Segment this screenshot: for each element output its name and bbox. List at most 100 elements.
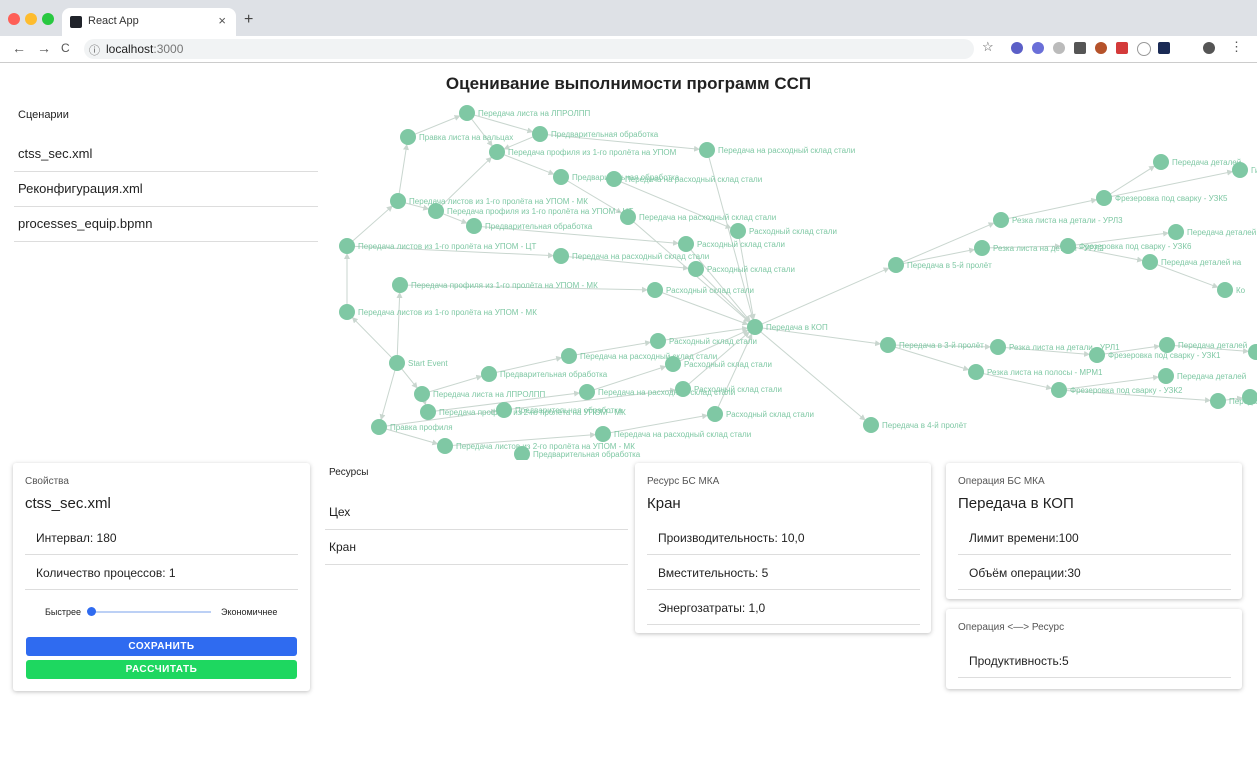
forward-button[interactable]: → [37,40,51,56]
graph-node-circle[interactable] [747,319,763,335]
graph-node-circle[interactable] [968,364,984,380]
minimize-window-button[interactable] [25,13,37,25]
extension-icon[interactable] [1011,42,1023,54]
graph-node-circle[interactable] [553,248,569,264]
graph-node-circle[interactable] [481,366,497,382]
graph-node-circle[interactable] [437,438,453,454]
graph-node-circle[interactable] [389,355,405,371]
graph-node-circle[interactable] [459,105,475,121]
graph-node-circle[interactable] [678,236,694,252]
extension-icon[interactable] [1032,42,1044,54]
graph-node-circle[interactable] [1217,282,1233,298]
new-tab-button[interactable]: + [244,11,253,29]
graph-node-circle[interactable] [1248,344,1257,360]
graph-node[interactable]: Передача на расходный склад стали [699,142,855,158]
graph-node-circle[interactable] [1060,238,1076,254]
graph-node[interactable]: Фрезеровка под сварку - УЗК2 [1051,382,1183,398]
graph-node-circle[interactable] [561,348,577,364]
scenario-item[interactable]: processes_equip.bpmn [14,207,318,242]
graph-node-circle[interactable] [993,212,1009,228]
graph-node-circle[interactable] [688,261,704,277]
graph-node-circle[interactable] [620,209,636,225]
graph-node-circle[interactable] [390,193,406,209]
speed-economy-slider[interactable] [87,607,211,616]
slider-thumb[interactable] [87,607,96,616]
graph-node-circle[interactable] [863,417,879,433]
graph-node-circle[interactable] [665,356,681,372]
graph-node[interactable]: Резка листа на полосы - МРМ1 [968,364,1103,380]
graph-node[interactable]: Предварительная обработка [481,366,608,382]
graph-node-circle[interactable] [595,426,611,442]
bookmark-star-icon[interactable]: ☆ [982,39,994,55]
graph-node-circle[interactable] [428,203,444,219]
graph-node-circle[interactable] [1142,254,1158,270]
graph-node-circle[interactable] [990,339,1006,355]
graph-node-circle[interactable] [1051,382,1067,398]
graph-node[interactable]: Передача в КОП [747,319,828,335]
graph-node[interactable]: Передача на расходный склад стали [620,209,776,225]
graph-node[interactable]: Start Event [389,355,448,371]
graph-node-circle[interactable] [1158,368,1174,384]
graph-node[interactable]: Передача в 3-й пролёт [880,337,984,353]
graph-node[interactable]: Правка листа на вальцах [400,129,513,145]
graph-node[interactable]: Передача на расходный склад стали [595,426,751,442]
graph-node[interactable]: Расходный склад стали [650,333,757,349]
resource-item[interactable]: Кран [325,530,628,565]
graph-node[interactable]: Передача в 4-й пролёт [863,417,967,433]
address-bar[interactable]: ⓘ localhost:3000 [84,39,974,59]
graph-node[interactable]: Передача деталей на [1142,254,1242,270]
graph-node-circle[interactable] [1153,154,1169,170]
save-button[interactable]: СОХРАНИТЬ [26,637,297,656]
menu-icon[interactable]: ⋮ [1230,39,1243,55]
graph-node-circle[interactable] [707,406,723,422]
graph-node[interactable]: Передача деталей [1158,368,1246,384]
graph-node-circle[interactable] [339,238,355,254]
info-icon[interactable]: ⓘ [89,42,100,58]
graph-node-circle[interactable] [496,402,512,418]
process-graph-canvas[interactable]: Передача листа на ЛПРОЛПП Правка листа на… [330,100,1257,460]
graph-node-circle[interactable] [532,126,548,142]
graph-node-circle[interactable] [1096,190,1112,206]
graph-node-circle[interactable] [489,144,505,160]
graph-node[interactable]: Передача деталей [1153,154,1241,170]
extension-icon[interactable] [1116,42,1128,54]
graph-node[interactable]: Резка листа на детали - УРЛ3 [993,212,1123,228]
graph-node[interactable]: Ко [1217,282,1246,298]
resource-item[interactable]: Цех [325,495,628,530]
graph-node[interactable]: Ги [1248,344,1257,360]
graph-node[interactable]: Расходный склад стали [707,406,814,422]
graph-node[interactable]: Расходный склад стали [688,261,795,277]
back-button[interactable]: ← [12,40,26,56]
graph-node-circle[interactable] [553,169,569,185]
graph-node[interactable]: Передача листов из 1-го пролёта на УПОМ … [339,304,537,320]
graph-node-circle[interactable] [730,223,746,239]
graph-node-circle[interactable] [974,240,990,256]
graph-node[interactable]: Расходный склад стали [647,282,754,298]
graph-node-circle[interactable] [888,257,904,273]
browser-tab[interactable]: React App × [62,8,236,36]
graph-node[interactable]: Передача листа на ЛПРОЛПП [459,105,590,121]
extension-icon[interactable] [1053,42,1065,54]
graph-node-circle[interactable] [606,171,622,187]
graph-node-circle[interactable] [392,277,408,293]
graph-node-circle[interactable] [371,419,387,435]
graph-node-circle[interactable] [1159,337,1175,353]
graph-node-circle[interactable] [880,337,896,353]
scenario-item[interactable]: Реконфигурация.xml [14,172,318,207]
graph-node[interactable]: Расходный склад стали [678,236,785,252]
graph-node[interactable]: Передача профиля из 1-го пролёта на УПОМ… [392,277,598,293]
profile-icon[interactable] [1203,42,1215,54]
extension-icon[interactable] [1158,42,1170,54]
graph-node-circle[interactable] [414,386,430,402]
graph-node-circle[interactable] [420,404,436,420]
extension-icon[interactable] [1074,42,1086,54]
graph-node-circle[interactable] [1232,162,1248,178]
graph-node-circle[interactable] [466,218,482,234]
graph-node[interactable]: Гиб [1232,162,1257,178]
graph-node[interactable]: Расходный склад стали [730,223,837,239]
maximize-window-button[interactable] [42,13,54,25]
graph-node-circle[interactable] [675,381,691,397]
graph-node[interactable]: Передача листов из 1-го пролёта на УПОМ … [339,238,536,254]
graph-node-circle[interactable] [339,304,355,320]
graph-node-circle[interactable] [650,333,666,349]
